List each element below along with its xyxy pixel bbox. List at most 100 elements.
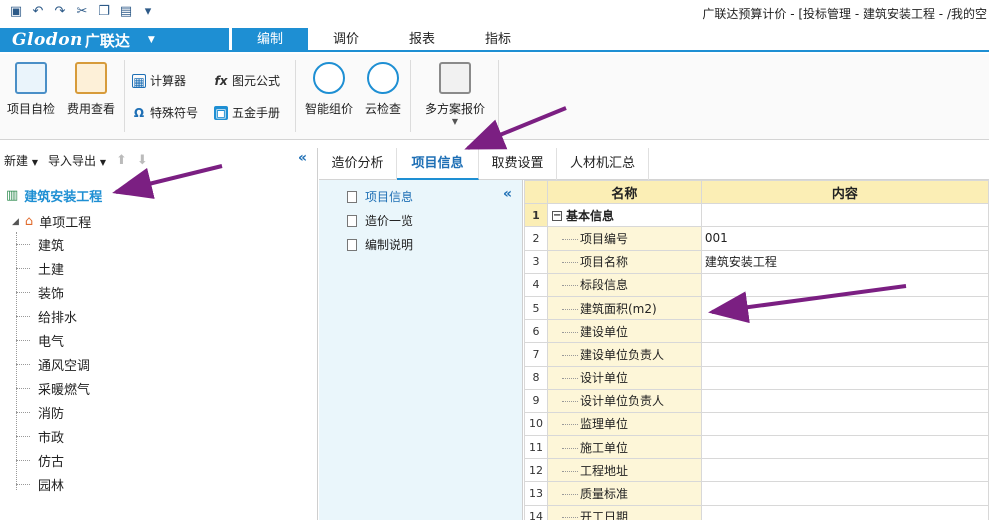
cut-icon[interactable]: ✂ bbox=[74, 4, 90, 19]
formula-button[interactable]: fx 图元公式 bbox=[214, 72, 281, 89]
save-icon[interactable]: ▣ bbox=[8, 4, 24, 19]
content-cell[interactable]: 建筑安装工程 bbox=[700, 249, 989, 274]
tab-indicators[interactable]: 指标 bbox=[460, 28, 536, 52]
content-cell[interactable] bbox=[700, 458, 989, 483]
name-cell[interactable]: 设计单位 bbox=[546, 365, 702, 390]
paste-icon[interactable]: ▤ bbox=[118, 4, 134, 19]
content-cell[interactable] bbox=[700, 272, 989, 297]
app-menu-button[interactable]: Glodon 广联达 ▼ bbox=[0, 28, 229, 52]
tab-edit[interactable]: 编制 bbox=[232, 28, 308, 52]
table-row[interactable]: 2 项目编号 001 bbox=[524, 226, 989, 251]
chevron-down-icon: ▼ bbox=[31, 158, 38, 167]
content-cell[interactable] bbox=[700, 295, 989, 321]
table-row[interactable]: 8 设计单位 bbox=[524, 365, 989, 390]
undo-icon[interactable]: ↶ bbox=[30, 4, 46, 19]
new-button[interactable]: 新建 ▼ bbox=[4, 152, 38, 169]
table-row[interactable]: 11 施工单位 bbox=[524, 435, 989, 460]
nav-item-cost-overview[interactable]: 造价一览 bbox=[347, 212, 413, 229]
name-cell[interactable]: 建设单位 bbox=[546, 319, 702, 344]
collapse-nav-icon[interactable]: « bbox=[503, 186, 512, 202]
name-cell[interactable]: 设计单位负责人 bbox=[546, 388, 702, 413]
tab-reports[interactable]: 报表 bbox=[384, 28, 460, 52]
copy-icon[interactable]: ❐ bbox=[96, 4, 112, 19]
content-cell[interactable] bbox=[700, 319, 989, 344]
tree-leaf[interactable]: 建筑 bbox=[16, 234, 64, 254]
cloud-check-button[interactable]: 云检查 bbox=[356, 60, 410, 117]
move-up-icon[interactable]: ⬆ bbox=[116, 153, 127, 168]
tree-leaf[interactable]: 通风空调 bbox=[16, 354, 90, 374]
tab-cost-analysis[interactable]: 造价分析 bbox=[319, 148, 397, 180]
hardware-manual-button[interactable]: ▣ 五金手册 bbox=[214, 104, 280, 121]
multi-plan-button[interactable]: 多方案报价 ▼ bbox=[418, 60, 492, 126]
smart-pricing-button[interactable]: 智能组价 bbox=[302, 60, 356, 117]
name-column-header[interactable]: 名称 bbox=[546, 180, 702, 205]
tree-leaf[interactable]: 园林 bbox=[16, 474, 64, 494]
content-cell[interactable] bbox=[700, 481, 989, 506]
content-cell[interactable] bbox=[700, 365, 989, 390]
tree-single-project[interactable]: ◢ ⌂ 单项工程 bbox=[12, 212, 91, 231]
content-cell[interactable] bbox=[700, 435, 989, 460]
table-row[interactable]: 4 标段信息 bbox=[524, 272, 989, 297]
table-row[interactable]: 10 监理单位 bbox=[524, 411, 989, 437]
row-number: 1 bbox=[524, 203, 548, 228]
name-cell[interactable]: 标段信息 bbox=[546, 272, 702, 297]
project-check-button[interactable]: 项目自检 bbox=[4, 60, 58, 117]
tab-fee-settings[interactable]: 取费设置 bbox=[479, 148, 557, 180]
tree-leaf[interactable]: 采暖燃气 bbox=[16, 378, 90, 398]
tree-leaf[interactable]: 仿古 bbox=[16, 450, 64, 470]
fee-view-button[interactable]: 费用查看 bbox=[64, 60, 118, 117]
name-cell[interactable]: 工程地址 bbox=[546, 458, 702, 483]
name-cell[interactable]: 项目编号 bbox=[546, 226, 702, 251]
tree-root-project[interactable]: ▥ 建筑安装工程 bbox=[6, 186, 102, 205]
special-symbol-button[interactable]: Ω 特殊符号 bbox=[132, 104, 198, 121]
content-column-header[interactable]: 内容 bbox=[700, 180, 989, 205]
table-row[interactable]: 9 设计单位负责人 bbox=[524, 388, 989, 413]
name-cell[interactable]: 监理单位 bbox=[546, 411, 702, 437]
customize-icon[interactable]: ▾ bbox=[140, 4, 156, 19]
nav-item-project-info[interactable]: 项目信息 bbox=[347, 188, 413, 205]
app-window: ▣ ↶ ↷ ✂ ❐ ▤ ▾ 广联达预算计价 - [投标管理 - 建筑安装工程 -… bbox=[0, 0, 989, 520]
calculator-button[interactable]: ▦ 计算器 bbox=[132, 72, 186, 89]
tab-project-info[interactable]: 项目信息 bbox=[397, 148, 479, 180]
tree-leaf[interactable]: 给排水 bbox=[16, 306, 77, 326]
tree-leaf-label: 装饰 bbox=[38, 286, 65, 302]
table-row[interactable]: 7 建设单位负责人 bbox=[524, 342, 989, 367]
table-row[interactable]: 3 项目名称 建筑安装工程 bbox=[524, 249, 989, 274]
table-row[interactable]: 6 建设单位 bbox=[524, 319, 989, 344]
import-export-button[interactable]: 导入导出 ▼ bbox=[48, 152, 106, 169]
tree-leaf[interactable]: 电气 bbox=[16, 330, 64, 350]
content-cell[interactable]: 001 bbox=[700, 226, 989, 251]
name-cell[interactable]: 建设单位负责人 bbox=[546, 342, 702, 367]
table-body: 1− 基本信息 2 项目编号 001 3 项目名称 建筑安装工程 4 标段信息 5 建筑面积(m2) 6… bbox=[524, 203, 989, 520]
table-row[interactable]: 1− 基本信息 bbox=[524, 203, 989, 228]
name-cell[interactable]: 施工单位 bbox=[546, 435, 702, 460]
content-cell[interactable] bbox=[700, 504, 989, 520]
name-cell[interactable]: 项目名称 bbox=[546, 249, 702, 274]
nav-item-compile-notes[interactable]: 编制说明 bbox=[347, 236, 413, 253]
name-cell[interactable]: − 基本信息 bbox=[546, 203, 702, 228]
table-row[interactable]: 13 质量标准 bbox=[524, 481, 989, 506]
tree-leaf[interactable]: 消防 bbox=[16, 402, 64, 422]
content-cell[interactable] bbox=[700, 411, 989, 437]
calculator-label: 计算器 bbox=[150, 74, 187, 88]
content-cell[interactable] bbox=[700, 342, 989, 367]
tree-leaf[interactable]: 土建 bbox=[16, 258, 64, 278]
tree-leaf[interactable]: 装饰 bbox=[16, 282, 64, 302]
content-cell[interactable] bbox=[700, 203, 989, 228]
collapse-group-icon[interactable]: − bbox=[551, 211, 562, 222]
move-down-icon[interactable]: ⬇ bbox=[137, 153, 148, 168]
tree-connector bbox=[561, 331, 578, 333]
content-cell[interactable] bbox=[700, 388, 989, 413]
name-cell[interactable]: 开工日期 bbox=[546, 504, 702, 520]
table-row[interactable]: 14 开工日期 bbox=[524, 504, 989, 520]
row-number: 5 bbox=[524, 295, 548, 321]
tab-adjust-price[interactable]: 调价 bbox=[308, 28, 384, 52]
name-cell[interactable]: 质量标准 bbox=[546, 481, 702, 506]
table-row[interactable]: 12 工程地址 bbox=[524, 458, 989, 483]
redo-icon[interactable]: ↷ bbox=[52, 4, 68, 19]
collapse-left-icon[interactable]: « bbox=[298, 150, 307, 166]
name-cell[interactable]: 建筑面积(m2) bbox=[546, 295, 702, 321]
tab-labor-material-summary[interactable]: 人材机汇总 bbox=[557, 148, 649, 180]
tree-leaf[interactable]: 市政 bbox=[16, 426, 64, 446]
table-row[interactable]: 5 建筑面积(m2) bbox=[524, 295, 989, 321]
